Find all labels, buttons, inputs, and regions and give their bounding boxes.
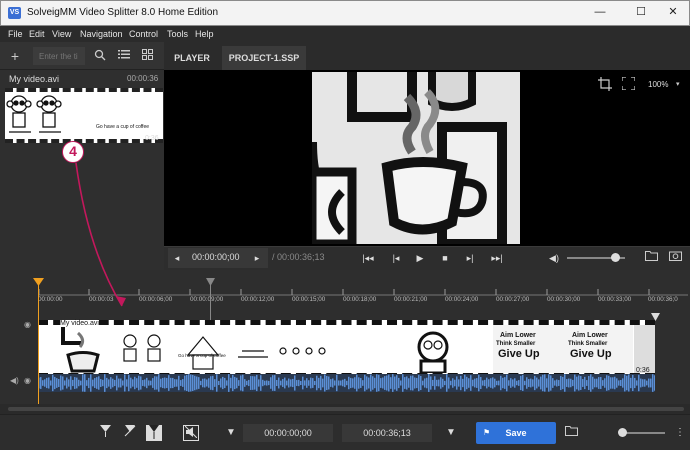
annotation-arrow xyxy=(75,162,126,307)
annotation-number-badge: 4 xyxy=(62,141,84,163)
